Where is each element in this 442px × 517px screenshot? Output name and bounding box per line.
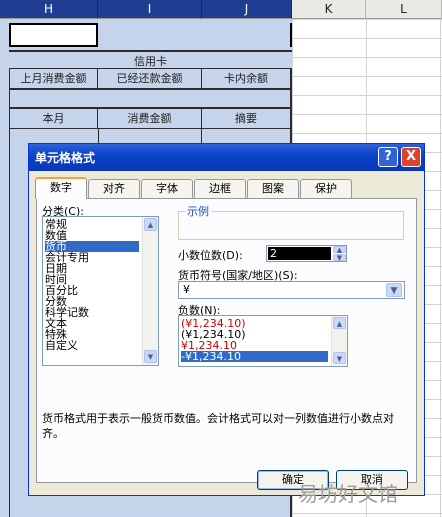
cell-this-month[interactable]: 本月 <box>9 109 98 129</box>
empty-row[interactable] <box>9 90 292 109</box>
tab-protection[interactable]: 保护 <box>300 179 352 198</box>
tab-alignment[interactable]: 对齐 <box>88 179 140 198</box>
format-description: 货币格式用于表示一般货币数值。会计格式可以对一列数值进行小数点对齐。 <box>42 412 394 440</box>
cell-last-month-spend[interactable]: 上月消费金额 <box>9 69 98 90</box>
cell-repaid-amount[interactable]: 已经还款金额 <box>98 69 202 90</box>
dialog-titlebar[interactable]: 单元格格式 ? X <box>29 144 424 171</box>
cell-card-balance[interactable]: 卡内余额 <box>202 69 292 90</box>
category-scrollbar[interactable]: ▲ ▼ <box>142 217 158 365</box>
column-header-k[interactable]: K <box>292 0 366 19</box>
scroll-up-icon[interactable]: ▲ <box>333 317 346 329</box>
close-button[interactable]: X <box>401 147 421 167</box>
negative-list[interactable]: (¥1,234.10) (¥1,234.10) ¥1,234.10 -¥1,23… <box>178 315 348 367</box>
active-cell[interactable] <box>9 23 98 47</box>
tab-patterns[interactable]: 图案 <box>247 179 299 198</box>
tab-border[interactable]: 边框 <box>194 179 246 198</box>
watermark: 易坊好文馆 <box>298 482 398 506</box>
category-list[interactable]: 常规 数值 货币 会计专用 日期 时间 百分比 分数 科学记数 文本 特殊 自定… <box>42 216 159 366</box>
column-header-l[interactable]: L <box>366 0 442 19</box>
help-button[interactable]: ? <box>378 147 398 167</box>
column-header-i[interactable]: I <box>98 0 202 19</box>
scroll-down-icon[interactable]: ▼ <box>144 350 157 363</box>
cell-summary[interactable]: 摘要 <box>202 109 292 129</box>
sample-label: 示例 <box>185 203 211 219</box>
negative-scrollbar[interactable]: ▲ ▼ <box>331 316 347 366</box>
merged-header-cell[interactable]: 信用卡 <box>9 50 292 69</box>
decimal-value[interactable]: 2 <box>268 247 331 260</box>
tab-number[interactable]: 数字 <box>35 177 87 199</box>
scroll-down-icon[interactable]: ▼ <box>333 352 346 364</box>
column-header-j[interactable]: J <box>202 0 292 19</box>
category-item[interactable]: 自定义 <box>45 340 78 351</box>
tab-font[interactable]: 字体 <box>141 179 193 198</box>
sample-group <box>178 211 404 240</box>
cell-spend-amount[interactable]: 消费金额 <box>98 109 202 129</box>
format-cells-dialog: 单元格格式 ? X 数字 对齐 字体 边框 图案 保护 分类(C): 常规 数值… <box>28 143 425 496</box>
currency-symbol-select[interactable]: ¥ ▼ <box>178 281 405 299</box>
dropdown-arrow-icon[interactable]: ▼ <box>386 283 402 297</box>
column-header-h[interactable]: H <box>0 0 98 19</box>
dialog-title: 单元格格式 <box>35 151 96 165</box>
negative-option-selected[interactable]: -¥1,234.10 <box>181 351 328 362</box>
scroll-up-icon[interactable]: ▲ <box>144 218 157 231</box>
decimal-places-stepper[interactable]: 2 ▲ ▼ <box>266 245 347 262</box>
symbol-value: ¥ <box>183 283 190 296</box>
number-panel: 分类(C): 常规 数值 货币 会计专用 日期 时间 百分比 分数 科学记数 文… <box>36 198 417 483</box>
decimal-label: 小数位数(D): <box>178 249 243 262</box>
spin-down-icon[interactable]: ▼ <box>333 254 346 262</box>
spin-up-icon[interactable]: ▲ <box>333 246 346 254</box>
